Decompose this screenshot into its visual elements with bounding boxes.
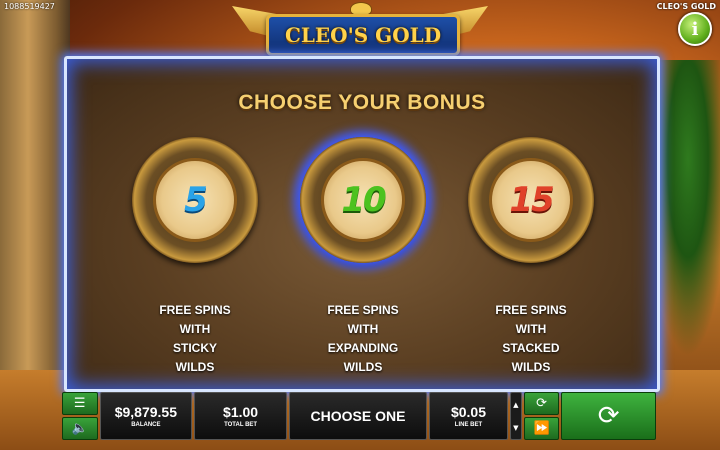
- caret-up-icon[interactable]: ▲: [513, 401, 518, 409]
- autoplay-button[interactable]: ⟳: [523, 392, 560, 415]
- game-name-label: CLEO'S GOLD: [656, 2, 716, 11]
- line-bet-label: LINE BET: [454, 422, 483, 428]
- logo-text: CLEO'S GOLD: [284, 23, 442, 47]
- bonus-option-15-spins[interactable]: 15 FREE SPINS WITH STACKED WILDS: [461, 137, 601, 377]
- bonus-medallion[interactable]: 15: [468, 137, 594, 263]
- info-button[interactable]: i: [678, 12, 712, 46]
- sound-button[interactable]: 🔈: [62, 417, 98, 440]
- fast-forward-icon: ⏩: [533, 421, 550, 436]
- game-logo: CLEO'S GOLD: [232, 0, 488, 58]
- bonus-medallion[interactable]: 10: [300, 137, 426, 263]
- turbo-button[interactable]: ⏩: [523, 417, 560, 440]
- bonus-description: FREE SPINS WITH EXPANDING WILDS: [327, 303, 399, 374]
- line-bet-value: $0.05: [450, 404, 486, 420]
- balance-display: $9,879.55 BALANCE: [99, 392, 193, 440]
- bonus-selection-panel: CHOOSE YOUR BONUS 5 FREE SPINS WITH STIC…: [64, 56, 660, 392]
- spin-button[interactable]: ⟳: [561, 392, 656, 440]
- balance-label: BALANCE: [131, 422, 161, 428]
- bonus-description: FREE SPINS WITH STICKY WILDS: [159, 303, 231, 374]
- autoplay-icon: ⟳: [536, 396, 547, 411]
- total-bet-label: TOTAL BET: [224, 422, 258, 428]
- medallion-center: 10: [321, 158, 405, 242]
- menu-button[interactable]: ☰: [62, 392, 98, 415]
- bonus-title: CHOOSE YOUR BONUS: [238, 91, 486, 114]
- bonus-medallion[interactable]: 5: [132, 137, 258, 263]
- menu-column: ☰ 🔈: [62, 392, 98, 440]
- total-bet-value: $1.00: [223, 404, 259, 420]
- line-bet-display[interactable]: $0.05 LINE BET: [429, 392, 508, 440]
- bonus-option-10-spins[interactable]: 10 FREE SPINS WITH EXPANDING WILDS: [293, 137, 433, 377]
- medallion-center: 5: [153, 158, 237, 242]
- spin-count: 15: [509, 180, 554, 220]
- spin-count: 10: [341, 180, 386, 220]
- status-message: CHOOSE ONE: [288, 392, 428, 440]
- total-bet-display[interactable]: $1.00 TOTAL BET: [194, 392, 287, 440]
- spin-refresh-icon: ⟳: [597, 401, 620, 431]
- control-bar: ☰ 🔈 $9,879.55 BALANCE $1.00 TOTAL BET CH…: [62, 392, 656, 440]
- spin-count: 5: [184, 180, 208, 220]
- info-icon: i: [691, 18, 699, 40]
- medallion-center: 15: [489, 158, 573, 242]
- bonus-description: FREE SPINS WITH STACKED WILDS: [495, 303, 567, 374]
- caret-down-icon[interactable]: ▼: [513, 424, 518, 432]
- autoplay-column: ⟳ ⏩: [523, 392, 560, 440]
- session-id: 1088519427: [4, 2, 55, 11]
- balance-value: $9,879.55: [114, 404, 177, 420]
- hamburger-menu-icon: ☰: [73, 396, 86, 411]
- bonus-option-5-spins[interactable]: 5 FREE SPINS WITH STICKY WILDS: [125, 137, 265, 377]
- logo-plate: CLEO'S GOLD: [266, 14, 460, 56]
- speaker-icon: 🔈: [71, 421, 88, 436]
- line-bet-stepper[interactable]: ▲ ▼: [509, 392, 522, 440]
